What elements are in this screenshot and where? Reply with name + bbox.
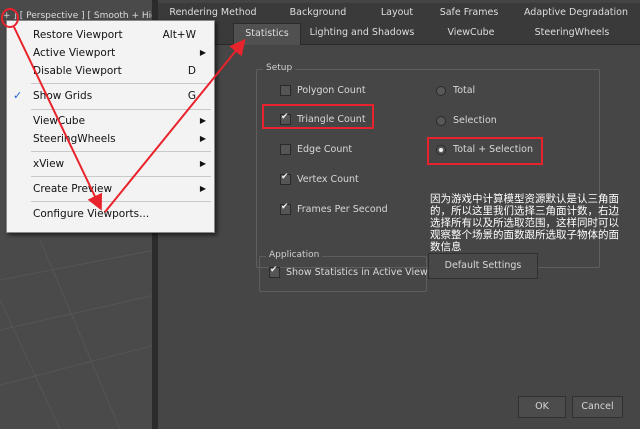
menu-item-label: SteeringWheels [33,133,116,145]
menu-item-label: Create Preview [33,183,113,195]
checkbox-label: Frames Per Second [297,204,388,215]
radio-dot[interactable] [436,115,446,126]
radio-dot[interactable] [436,85,446,96]
triangle-count-highlight [262,104,374,129]
annotation-text: 因为游戏中计算模型资源默认是认三角面的，所以这里我们选择三角面计数，右边选择所有… [430,193,619,253]
vertex-count-checkbox[interactable]: Vertex Count [280,172,359,185]
tab-statistics[interactable]: Statistics [233,23,301,45]
tab-row-bottom: Statistics Lighting and Shadows ViewCube… [158,23,640,45]
menu-item-shortcut: G [187,90,196,102]
ok-button[interactable]: OK [518,396,566,418]
checkbox-box[interactable] [280,85,291,96]
edge-count-checkbox[interactable]: Edge Count [280,144,352,155]
menu-item-label: ViewCube [33,115,86,127]
checkbox-label: Polygon Count [297,85,366,96]
tab-steeringwheels[interactable]: SteeringWheels [519,23,625,42]
checkmark-icon: ✓ [13,89,23,102]
menu-item-label: Show Grids [33,90,93,102]
menu-item-label: Configure Viewports... [33,208,150,220]
viewport-configuration-dialog: Rendering Method Background Layout Safe … [158,0,640,429]
checkbox-label: Edge Count [297,144,353,155]
menu-item-xview[interactable]: xView ▶ [7,155,214,173]
menu-item-shortcut: D [187,65,196,77]
selection-radio[interactable]: Selection [436,115,497,126]
radio-label: Selection [453,115,497,126]
tab-adaptive-degradation[interactable]: Adaptive Degradation [512,3,640,22]
menu-item-label: xView [33,158,65,170]
viewport-grid [0,240,155,429]
menu-item-label: Active Viewport [33,47,116,59]
checkbox-box[interactable] [280,202,291,215]
submenu-arrow-icon: ▶ [199,48,206,57]
menu-item-steeringwheels[interactable]: SteeringWheels ▶ [7,130,214,148]
checkbox-box[interactable] [269,265,280,278]
menu-item-label: Restore Viewport [33,29,123,41]
menu-item-restore-viewport[interactable]: Restore Viewport Alt+W [7,26,214,44]
menu-separator [31,83,211,84]
menu-item-create-preview[interactable]: Create Preview ▶ [7,180,214,198]
checkbox-box[interactable] [280,172,291,185]
tab-safe-frames[interactable]: Safe Frames [426,3,512,22]
tab-lighting-and-shadows[interactable]: Lighting and Shadows [301,23,423,42]
viewport-context-menu: Restore Viewport Alt+W Active Viewport ▶… [6,20,215,233]
default-settings-button[interactable]: Default Settings [428,253,538,279]
application-group-title: Application [266,250,323,260]
menu-item-shortcut: Alt+W [162,29,196,41]
tab-viewcube[interactable]: ViewCube [423,23,519,42]
menu-separator [31,151,211,152]
tab-background[interactable]: Background [268,3,368,22]
total-radio[interactable]: Total [436,85,475,96]
frames-per-second-checkbox[interactable]: Frames Per Second [280,202,388,215]
checkbox-label: Vertex Count [297,174,359,185]
menu-item-label: Disable Viewport [33,65,122,77]
total-selection-highlight [427,137,543,165]
setup-group-title: Setup [263,63,296,73]
menu-item-show-grids[interactable]: ✓ Show Grids G [7,87,214,105]
polygon-count-checkbox[interactable]: Polygon Count [280,85,366,96]
application-group: Application Show Statistics in Active Vi… [259,250,428,292]
submenu-arrow-icon: ▶ [199,159,206,168]
menu-item-viewcube[interactable]: ViewCube ▶ [7,112,214,130]
menu-separator [31,109,211,110]
menu-item-active-viewport[interactable]: Active Viewport ▶ [7,44,214,62]
submenu-arrow-icon: ▶ [199,116,206,125]
cancel-button[interactable]: Cancel [572,396,623,418]
checkbox-box[interactable] [280,144,291,155]
show-statistics-checkbox[interactable]: Show Statistics in Active View [269,265,428,278]
submenu-arrow-icon: ▶ [199,184,206,193]
tab-row-top: Rendering Method Background Layout Safe … [158,3,640,24]
menu-item-configure-viewports[interactable]: Configure Viewports... [7,205,214,223]
statistics-panel: Setup Polygon Count Triangle Count Edge … [158,45,640,429]
radio-label: Total [453,85,476,96]
menu-separator [31,176,211,177]
tab-layout[interactable]: Layout [368,3,426,22]
checkbox-label: Show Statistics in Active View [286,267,428,278]
menu-separator [31,201,211,202]
menu-item-disable-viewport[interactable]: Disable Viewport D [7,62,214,80]
submenu-arrow-icon: ▶ [199,134,206,143]
